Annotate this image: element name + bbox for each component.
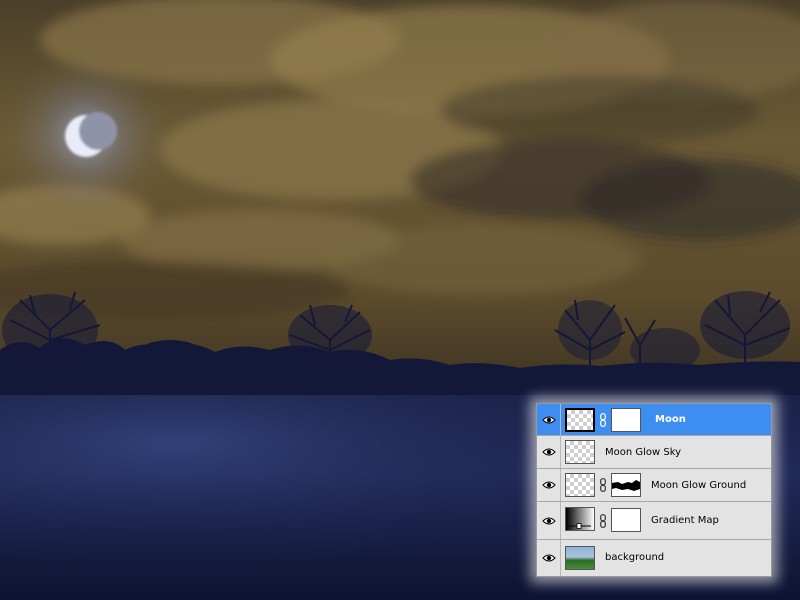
eye-icon[interactable] <box>542 516 556 526</box>
layer-name[interactable]: Gradient Map <box>651 515 719 527</box>
layer-name[interactable]: background <box>605 552 664 564</box>
layer-mask-thumbnail[interactable] <box>611 473 641 497</box>
eye-icon[interactable] <box>542 447 556 457</box>
eye-icon[interactable] <box>542 480 556 490</box>
layer-thumbnail[interactable] <box>565 473 595 497</box>
visibility-toggle[interactable] <box>537 404 561 435</box>
layer-name[interactable]: Moon Glow Sky <box>605 447 681 459</box>
slider-icon <box>569 523 591 529</box>
layer-row-gradient-map[interactable]: Gradient Map <box>537 502 771 540</box>
visibility-toggle[interactable] <box>537 540 561 576</box>
layer-row-moon-glow-sky[interactable]: Moon Glow Sky <box>537 436 771 469</box>
layer-row-background[interactable]: background <box>537 540 771 576</box>
eye-icon[interactable] <box>542 415 556 425</box>
visibility-toggle[interactable] <box>537 502 561 539</box>
layers-panel: Moon Moon Glow Sky Moon Glow Ground Grad… <box>536 403 772 577</box>
layer-mask-thumbnail[interactable] <box>611 408 641 432</box>
chain-link-icon[interactable] <box>600 514 606 528</box>
visibility-toggle[interactable] <box>537 436 561 468</box>
layer-row-moon-glow-ground[interactable]: Moon Glow Ground <box>537 469 771 502</box>
layer-name[interactable]: Moon <box>655 414 686 426</box>
visibility-toggle[interactable] <box>537 469 561 501</box>
gradient-map-thumbnail[interactable] <box>565 507 595 531</box>
mask-shape <box>612 480 640 491</box>
layer-mask-thumbnail[interactable] <box>611 508 641 532</box>
background-thumbnail[interactable] <box>565 546 595 570</box>
eye-icon[interactable] <box>542 553 556 563</box>
layer-row-moon[interactable]: Moon <box>537 404 771 436</box>
layer-name[interactable]: Moon Glow Ground <box>651 480 746 492</box>
chain-link-icon[interactable] <box>600 478 606 492</box>
chain-link-icon[interactable] <box>600 413 606 427</box>
layer-thumbnail[interactable] <box>565 440 595 464</box>
layer-thumbnail[interactable] <box>565 408 595 432</box>
